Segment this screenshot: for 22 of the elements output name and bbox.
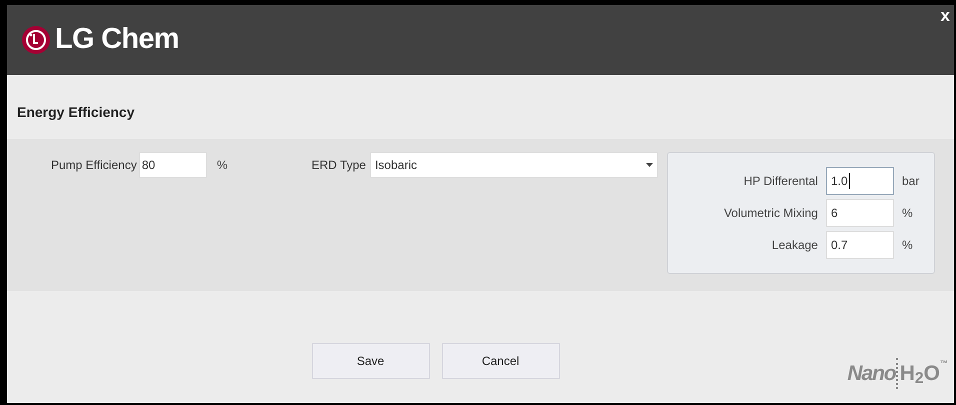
field-label: Pump Efficiency (51, 157, 137, 174)
caret-icon (646, 163, 653, 167)
logo-icon (21, 25, 51, 55)
unit-label: % (902, 205, 914, 222)
field-label: Leakage (772, 237, 818, 254)
pump-efficiency-field[interactable]: 80 (138, 152, 207, 178)
number-field[interactable]: 0.7 (826, 231, 894, 259)
number-field[interactable]: 1.0 (826, 167, 894, 195)
unit-label: bar (902, 173, 920, 190)
field-label: ERD Type (312, 157, 366, 174)
number-field[interactable]: 6 (826, 199, 894, 227)
erd-type-dropdown[interactable]: Isobaric (370, 152, 658, 178)
unit-label: % (216, 157, 228, 174)
section-title: Energy Efficiency (17, 104, 134, 120)
dialog-button[interactable]: Cancel (442, 343, 560, 379)
dialog-button[interactable]: Save (312, 343, 430, 379)
unit-label: % (902, 237, 914, 254)
close-button[interactable]: x (940, 7, 950, 24)
logo-text: LG Chem (55, 22, 179, 58)
nano-logo: Nano H$_{2}$O™ (847, 358, 948, 389)
field-label: Volumetric Mixing (724, 205, 818, 222)
field-label: HP Differental (744, 173, 818, 190)
